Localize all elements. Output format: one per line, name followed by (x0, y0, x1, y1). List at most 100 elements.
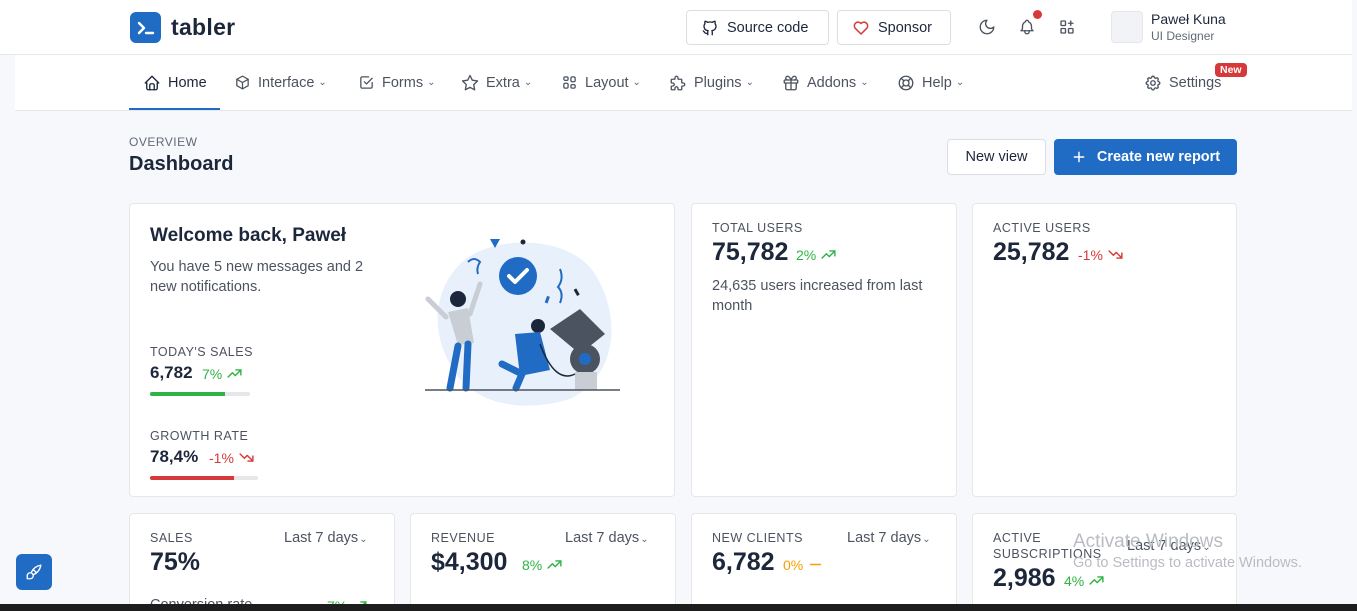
growth-rate-label: GROWTH RATE (150, 429, 249, 443)
todays-sales-label: TODAY'S SALES (150, 345, 253, 359)
trending-up-icon (227, 369, 242, 378)
sales-period-dropdown[interactable]: Last 7 days ⌄ (284, 530, 368, 546)
taskbar (0, 604, 1357, 611)
chevron-down-icon: ⌄ (860, 77, 869, 88)
growth-rate-delta: -1% (209, 449, 255, 466)
minus-icon (810, 563, 822, 566)
todays-sales-progress (150, 392, 250, 396)
trending-down-icon (1108, 250, 1123, 259)
active-users-card: ACTIVE USERS 25,782 -1% (972, 203, 1237, 497)
apps-icon[interactable] (1056, 16, 1078, 38)
new-clients-period-dropdown[interactable]: Last 7 days ⌄ (847, 530, 931, 546)
nav-item-forms[interactable]: Forms ⌄ (358, 55, 435, 110)
trending-up-icon (547, 560, 562, 569)
chevron-down-icon: ⌄ (922, 534, 931, 545)
subscriptions-delta: 4% (1064, 572, 1105, 589)
nav-label-addons: Addons (807, 74, 857, 91)
notification-dot (1033, 10, 1042, 19)
revenue-value: $4,300 (431, 548, 508, 576)
theme-settings-button[interactable] (16, 554, 52, 590)
activate-windows-subtitle: Go to Settings to activate Windows. (1073, 555, 1302, 571)
active-tab-indicator (129, 108, 220, 110)
growth-rate-progress (150, 476, 258, 480)
nav-item-home[interactable]: Home (143, 55, 207, 110)
total-users-card: TOTAL USERS 75,782 2% 24,635 users incre… (691, 203, 957, 497)
growth-rate-delta-value: -1% (209, 449, 234, 466)
top-header: tabler Source code Sponsor Paweł Kuna UI… (0, 0, 1357, 55)
avatar[interactable] (1111, 11, 1143, 43)
welcome-card: Welcome back, Paweł You have 5 new messa… (129, 203, 675, 497)
total-users-delta-value: 2% (796, 246, 817, 263)
active-users-delta-value: -1% (1078, 246, 1103, 263)
nav-label-plugins: Plugins (694, 74, 742, 91)
new-clients-delta: 0% (783, 556, 824, 573)
new-clients-delta-value: 0% (783, 556, 804, 573)
revenue-delta: 8% (522, 556, 563, 573)
sales-period-label: Last 7 days (284, 530, 359, 546)
nav-item-addons[interactable]: Addons ⌄ (782, 55, 869, 110)
checkbox-icon (360, 76, 373, 89)
page-title: Dashboard (129, 153, 234, 175)
source-code-button[interactable]: Source code (686, 10, 829, 45)
user-role: UI Designer (1151, 29, 1215, 43)
total-users-note-line1: 24,635 users increased from last (712, 278, 923, 294)
puzzle-icon (670, 75, 686, 90)
moon-icon[interactable] (976, 16, 998, 38)
active-users-value: 25,782 (993, 238, 1070, 266)
chevron-down-icon: ⌄ (745, 77, 754, 88)
subscriptions-value: 2,986 (993, 564, 1056, 592)
trending-up-icon (1089, 576, 1104, 585)
nav-label-forms: Forms (382, 74, 424, 91)
todays-sales-value: 6,782 (150, 363, 193, 382)
sales-card: SALES Last 7 days ⌄ 75% Conversion rate … (129, 513, 395, 611)
create-report-button[interactable]: Create new report (1054, 139, 1237, 175)
nav-label-help: Help (922, 74, 952, 91)
welcome-illustration (425, 239, 620, 406)
growth-rate-value: 78,4% (150, 447, 199, 466)
revenue-delta-value: 8% (522, 556, 543, 573)
nav-label-home: Home (168, 74, 207, 91)
vertical-scrollbar[interactable] (1352, 0, 1357, 600)
github-icon (702, 20, 717, 35)
trending-up-icon (821, 250, 836, 259)
revenue-card: REVENUE Last 7 days ⌄ $4,300 8% (410, 513, 676, 611)
new-clients-value: 6,782 (712, 548, 775, 576)
nav-label-interface: Interface (258, 74, 315, 91)
nav-item-settings[interactable]: Settings (1144, 55, 1221, 110)
gear-icon (1145, 75, 1161, 91)
sponsor-button[interactable]: Sponsor (837, 10, 951, 45)
home-icon (144, 75, 160, 90)
brand-logo[interactable]: tabler (130, 12, 235, 43)
revenue-label: REVENUE (431, 531, 495, 545)
total-users-value: 75,782 (712, 238, 789, 266)
nav-item-layout[interactable]: Layout ⌄ (561, 55, 641, 110)
nav-item-plugins[interactable]: Plugins ⌄ (669, 55, 754, 110)
nav-label-layout: Layout (585, 74, 629, 91)
todays-sales-delta-value: 7% (202, 365, 223, 382)
nav-item-help[interactable]: Help ⌄ (897, 55, 964, 110)
nav-label-settings: Settings (1169, 74, 1222, 91)
nav-item-interface[interactable]: Interface ⌄ (234, 55, 327, 110)
revenue-period-dropdown[interactable]: Last 7 days ⌄ (565, 530, 649, 546)
layout-icon (563, 76, 576, 89)
terminal-icon (130, 12, 161, 43)
source-code-label: Source code (727, 19, 809, 36)
chevron-down-icon: ⌄ (955, 77, 965, 88)
user-name[interactable]: Paweł Kuna (1151, 11, 1226, 27)
revenue-period-label: Last 7 days (565, 530, 640, 546)
chevron-down-icon: ⌄ (427, 77, 436, 88)
package-icon (236, 75, 249, 90)
nav-item-extra[interactable]: Extra ⌄ (461, 55, 532, 110)
trending-down-icon (239, 453, 254, 462)
new-view-button[interactable]: New view (947, 139, 1046, 175)
chevron-down-icon: ⌄ (359, 534, 368, 545)
gift-icon (783, 75, 799, 90)
bell-icon[interactable] (1016, 10, 1042, 38)
subscriptions-label-line1: ACTIVE (993, 531, 1042, 545)
nav-label-extra: Extra (486, 74, 520, 91)
chevron-down-icon: ⌄ (318, 77, 327, 88)
activate-windows-title: Activate Windows (1073, 531, 1223, 552)
new-clients-card: NEW CLIENTS Last 7 days ⌄ 6,782 0% (691, 513, 957, 611)
main-navbar: Home Interface ⌄ Forms ⌄ Extra ⌄ Layout … (15, 55, 1352, 111)
brush-icon (26, 564, 42, 580)
